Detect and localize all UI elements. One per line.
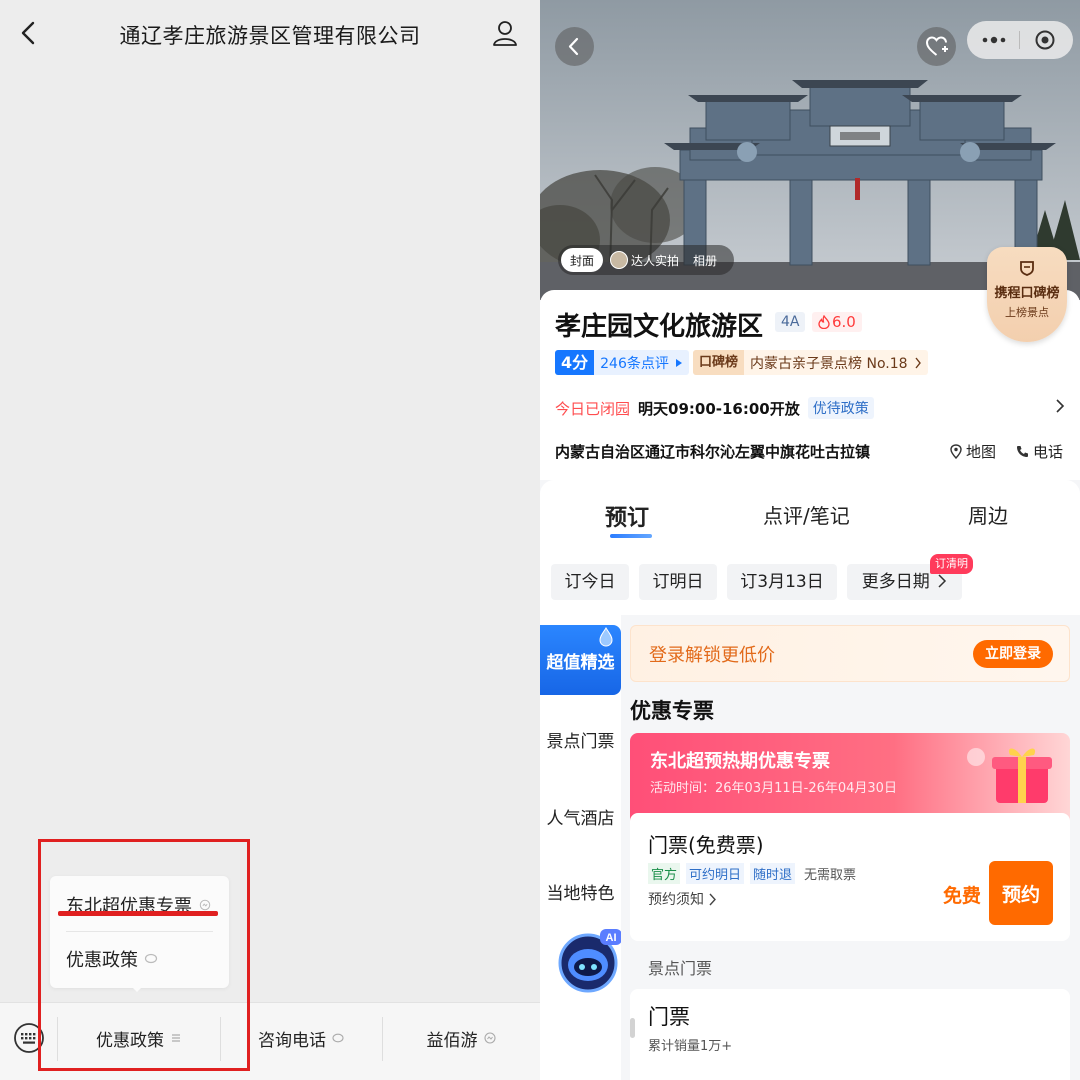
section-title: 优惠专票 (630, 699, 714, 723)
level-badge: 4A (775, 312, 806, 332)
subsection-title: 景点门票 (648, 959, 713, 978)
login-button[interactable]: 立即登录 (973, 640, 1053, 668)
phone-button[interactable]: 电话 (1016, 441, 1063, 462)
side-nav-item-hotels[interactable]: 人气酒店 (540, 804, 621, 829)
review-count: 246条点评 (600, 355, 669, 372)
reserve-button[interactable]: 预约 (989, 861, 1053, 925)
photo-tab-label: 封面 (570, 253, 595, 268)
notice-label: 预约须知 (648, 892, 704, 908)
tab-booking[interactable]: 预订 (605, 500, 649, 532)
ticket-card-standard[interactable]: 门票 累计销量1万+ (630, 989, 1070, 1080)
miniprogram-capsule (967, 21, 1073, 59)
attraction-page-panel: 封面 达人实拍 相册 携程口碑榜 上榜景点 孝庄园文化旅游区 4A 6.0 4分… (540, 0, 1080, 1080)
photo-tab-cover[interactable]: 封面 (561, 248, 604, 272)
map-label: 地图 (966, 443, 997, 461)
fire-icon (818, 315, 830, 329)
user-icon[interactable] (490, 18, 520, 48)
date-chip-label: 更多日期 (861, 572, 930, 592)
opening-hours: 明天09:00-16:00开放 (638, 399, 800, 418)
side-nav-item-tickets[interactable]: 景点门票 (540, 727, 621, 752)
side-nav-label: 超值精选 (546, 652, 615, 673)
menu-label: 益佰游 (426, 1030, 478, 1051)
attraction-title: 孝庄园文化旅游区 (555, 312, 764, 342)
ticket-name: 门票(免费票) (648, 833, 764, 857)
capsule-separator (1019, 31, 1020, 49)
account-title: 通辽孝庄旅游景区管理有限公司 (119, 24, 421, 48)
opening-hours-row[interactable]: 今日已闭园 明天09:00-16:00开放 优待政策 (555, 397, 874, 419)
ranking-text: 内蒙古亲子景点榜 No.18 (750, 355, 908, 372)
tag-official: 官方 (648, 863, 681, 884)
chevron-right-icon[interactable] (1054, 399, 1066, 413)
location-pin-icon (950, 444, 962, 459)
menu-yibaiyou[interactable]: 益佰游 (382, 1003, 540, 1073)
date-chip-today[interactable]: 订今日 (551, 564, 629, 600)
more-dots-icon[interactable] (981, 33, 1007, 47)
rating-box[interactable]: 4分 246条点评 (555, 350, 689, 375)
phone-icon (1017, 446, 1028, 457)
shield-icon (1020, 261, 1034, 276)
photo-tabs: 封面 达人实拍 相册 (558, 245, 735, 275)
ticket-card-free[interactable]: 门票(免费票) 官方 可约明日 随时退 无需取票 预约须知 免费 预约 (630, 813, 1070, 941)
badge-title: 携程口碑榜 (994, 286, 1060, 301)
photo-tab-expert[interactable]: 达人实拍 (603, 245, 686, 275)
caret-right-icon (675, 358, 682, 367)
heat-value: 6.0 (832, 313, 856, 331)
side-nav-item-local[interactable]: 当地特色 (540, 879, 621, 904)
highlight-box (38, 839, 250, 1071)
tag-no-pickup: 无需取票 (804, 868, 857, 883)
photo-tab-label: 达人实拍 (631, 253, 680, 268)
rating-score: 4分 (555, 350, 595, 375)
ticket-tags: 官方 可约明日 随时退 无需取票 (648, 863, 859, 884)
policy-tag: 优待政策 (807, 397, 874, 419)
booking-notice-link[interactable]: 预约须知 (648, 889, 717, 909)
drop-icon (599, 627, 613, 647)
ticket-sales: 累计销量1万+ (648, 1039, 733, 1054)
tab-reviews[interactable]: 点评/笔记 (763, 500, 850, 529)
heart-plus-icon (925, 36, 948, 56)
ai-assistant-icon[interactable]: AI (554, 925, 624, 995)
chevron-left-icon[interactable] (14, 18, 44, 48)
closed-status: 今日已闭园 (555, 399, 631, 418)
ranking-box[interactable]: 口碑榜 内蒙古亲子景点榜 No.18 (693, 350, 928, 375)
photo-tab-label: 相册 (693, 253, 718, 268)
gift-box-icon (967, 748, 1052, 803)
tab-indicator (610, 534, 652, 538)
chevron-left-icon (568, 37, 579, 56)
close-target-icon[interactable] (1034, 29, 1056, 51)
chevron-right-icon (709, 893, 716, 905)
address-text: 内蒙古自治区通辽市科尔沁左翼中旗花吐古拉镇 (555, 443, 871, 461)
promo-date: 活动时间：26年03月11日-26年04月30日 (650, 781, 897, 796)
ai-label: AI (606, 932, 617, 944)
login-unlock-text: 登录解锁更低价 (649, 645, 775, 666)
phone-label: 电话 (1033, 443, 1064, 461)
ticket-price: 免费 (943, 885, 982, 907)
date-chip-mar13[interactable]: 订3月13日 (727, 564, 837, 600)
chevron-right-icon (938, 574, 947, 588)
ranking-tag: 口碑榜 (693, 350, 745, 375)
date-chip-tomorrow[interactable]: 订明日 (639, 564, 717, 600)
favorite-button[interactable] (917, 27, 956, 66)
promo-title: 东北超预热期优惠专票 (650, 751, 830, 772)
mini-program-icon (483, 1032, 496, 1044)
ticket-name: 门票 (648, 1005, 690, 1029)
qingming-tag: 订清明 (930, 554, 973, 574)
tag-book-tomorrow: 可约明日 (686, 863, 745, 884)
map-button[interactable]: 地图 (950, 441, 996, 462)
category-side-nav: 超值精选 景点门票 人气酒店 当地特色 AI (540, 615, 624, 1080)
login-unlock-bar[interactable]: 登录解锁更低价 立即登录 (630, 625, 1070, 682)
tab-nearby[interactable]: 周边 (968, 500, 1008, 529)
chevron-right-icon (914, 357, 921, 368)
reputation-list-badge[interactable]: 携程口碑榜 上榜景点 (987, 247, 1067, 342)
avatar (610, 251, 629, 269)
back-button[interactable] (555, 27, 594, 66)
scrollbar-thumb[interactable] (630, 1018, 635, 1038)
tag-refund-anytime: 随时退 (750, 863, 796, 884)
photo-tab-album[interactable]: 相册 (686, 245, 724, 275)
wechat-official-account-panel: 通辽孝庄旅游景区管理有限公司 东北超优惠专票 优惠政策 优惠政策 咨询电话 益佰… (0, 0, 540, 1080)
product-list: 登录解锁更低价 立即登录 优惠专票 东北超预热期优惠专票 活动时间：26年03月… (621, 615, 1080, 1080)
heat-badge: 6.0 (812, 312, 862, 332)
menu-label: 咨询电话 (258, 1030, 326, 1051)
badge-subtitle: 上榜景点 (1005, 306, 1049, 319)
chat-bubble-icon (332, 1033, 344, 1043)
